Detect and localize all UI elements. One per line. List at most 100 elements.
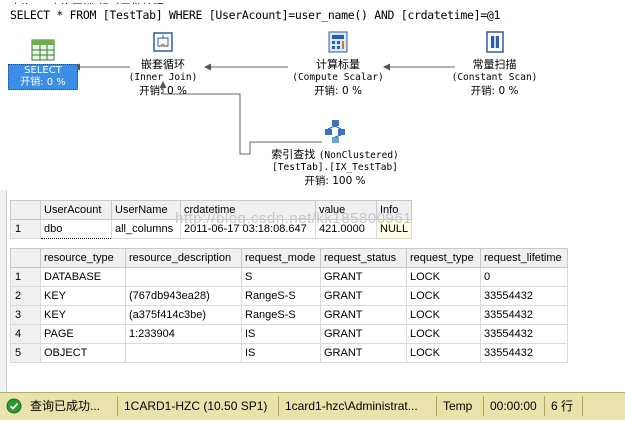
status-divider — [483, 396, 484, 416]
row-number[interactable]: 2 — [10, 286, 41, 306]
grid-cell[interactable]: 0 — [480, 267, 568, 287]
constant-scan-title: 常量扫描 — [472, 58, 517, 71]
status-message: 查询已成功... — [30, 399, 101, 413]
compute-scalar-title: 计算标量 — [316, 58, 360, 71]
status-database: Temp — [443, 399, 473, 413]
grid-cell[interactable]: 33554432 — [480, 343, 568, 363]
column-header[interactable]: resource_type — [40, 248, 126, 268]
plan-node-constant-scan[interactable]: 常量扫描 (Constant Scan) 开销: 0 % — [447, 30, 542, 98]
grid-cell[interactable]: LOCK — [406, 305, 481, 325]
column-header[interactable]: UserAcount — [40, 200, 112, 220]
grid-corner[interactable] — [10, 248, 41, 268]
grid-cell[interactable]: IS — [241, 343, 321, 363]
grid-cell[interactable]: IS — [241, 324, 321, 344]
status-divider — [117, 396, 118, 416]
grid-cell[interactable]: 1:233904 — [125, 324, 242, 344]
results-pane: UserAcount UserName crdatetime value Inf… — [10, 194, 615, 390]
column-header[interactable]: request_mode — [241, 248, 321, 268]
select-label-text: SELECT — [24, 65, 62, 76]
grid-cell[interactable]: GRANT — [320, 267, 407, 287]
row-number[interactable]: 5 — [10, 343, 41, 363]
grid-cell[interactable]: DATABASE — [40, 267, 126, 287]
grid-cell[interactable]: PAGE — [40, 324, 126, 344]
result-grid-2: resource_type resource_description reque… — [10, 248, 568, 363]
row-number[interactable]: 1 — [10, 267, 41, 287]
index-seek-title: 索引查找 — [271, 148, 316, 161]
column-header[interactable]: UserName — [111, 200, 181, 220]
grid-cell[interactable]: (a375f414c3be) — [125, 305, 242, 325]
grid-cell[interactable]: (767db943ea28) — [125, 286, 242, 306]
status-elapsed: 00:00:00 — [490, 399, 537, 413]
grid-cell[interactable]: dbo — [40, 219, 112, 239]
compute-scalar-cost: 开销: 0 % — [314, 85, 362, 97]
constant-scan-icon — [485, 31, 504, 53]
row-number[interactable]: 4 — [10, 324, 41, 344]
table-row[interactable]: 1 DATABASE S GRANT LOCK 0 — [10, 267, 568, 287]
index-seek-icon — [325, 120, 345, 143]
grid-cell[interactable]: S — [241, 267, 321, 287]
calculator-icon — [328, 31, 348, 53]
table-row[interactable]: 2 KEY (767db943ea28) RangeS-S GRANT LOCK… — [10, 286, 568, 306]
grid-cell[interactable]: KEY — [40, 286, 126, 306]
nested-loops-title: 嵌套循环 — [141, 58, 185, 71]
status-divider — [436, 396, 437, 416]
index-seek-cost: 开销: 100 % — [304, 175, 366, 187]
index-seek-object: [TestTab].[IX_TestTab] — [272, 162, 398, 173]
table-row[interactable]: 4 PAGE 1:233904 IS GRANT LOCK 33554432 — [10, 324, 568, 344]
column-header[interactable]: request_status — [320, 248, 407, 268]
nested-loops-icon — [153, 32, 173, 52]
select-cost: 开销: 0 % — [20, 77, 66, 88]
grid-cell[interactable]: LOCK — [406, 286, 481, 306]
grid-cell[interactable]: RangeS-S — [241, 286, 321, 306]
grid-cell[interactable]: GRANT — [320, 305, 407, 325]
check-circle-icon — [6, 398, 22, 414]
plan-node-index-seek[interactable]: 索引查找 (NonClustered) [TestTab].[IX_TestTa… — [255, 118, 415, 188]
nested-loops-sub: (Inner Join) — [128, 72, 198, 83]
row-number[interactable]: 3 — [10, 305, 41, 325]
compute-scalar-sub: (Compute Scalar) — [292, 72, 384, 83]
status-login: 1card1-hzc\Administrat... — [285, 399, 418, 413]
row-number[interactable]: 1 — [10, 219, 41, 239]
plan-node-select[interactable]: SELECT 开销: 0 % — [8, 38, 78, 90]
status-divider — [544, 396, 545, 416]
plan-node-nested-loops[interactable]: 嵌套循环 (Inner Join) 开销: 0 % — [118, 30, 208, 98]
status-divider — [278, 396, 279, 416]
index-seek-title-line: 索引查找 (NonClustered) — [255, 146, 415, 162]
grid-cell[interactable]: OBJECT — [40, 343, 126, 363]
grid-corner[interactable] — [10, 200, 41, 220]
watermark-text: http://blog.csdn.net/kk185800961 — [175, 210, 413, 227]
column-header[interactable]: resource_description — [125, 248, 242, 268]
grid-cell[interactable]: LOCK — [406, 343, 481, 363]
grid-cell[interactable]: GRANT — [320, 343, 407, 363]
grid-cell[interactable]: GRANT — [320, 324, 407, 344]
status-server: 1CARD1-HZC (10.50 SP1) — [124, 399, 268, 413]
table-result-icon — [31, 39, 55, 61]
grid-cell[interactable]: LOCK — [406, 324, 481, 344]
grid-cell[interactable]: all_columns — [111, 219, 181, 239]
status-divider — [582, 396, 583, 416]
table-row[interactable]: 3 KEY (a375f414c3be) RangeS-S GRANT LOCK… — [10, 305, 568, 325]
grid-cell[interactable]: 33554432 — [480, 305, 568, 325]
plan-node-compute-scalar[interactable]: 计算标量 (Compute Scalar) 开销: 0 % — [283, 30, 393, 98]
grid-cell[interactable] — [125, 267, 242, 287]
grid-cell[interactable]: 33554432 — [480, 286, 568, 306]
column-header[interactable]: request_lifetime — [480, 248, 568, 268]
nested-loops-cost: 开销: 0 % — [139, 85, 187, 97]
grid-cell[interactable] — [125, 343, 242, 363]
status-rows: 6 行 — [551, 399, 574, 413]
status-ok-icon — [6, 393, 22, 420]
table-row[interactable]: 5 OBJECT IS GRANT LOCK 33554432 — [10, 343, 568, 363]
column-header[interactable]: request_type — [406, 248, 481, 268]
grid-cell[interactable]: LOCK — [406, 267, 481, 287]
results-gutter — [0, 190, 7, 392]
constant-scan-sub: (Constant Scan) — [451, 72, 538, 83]
constant-scan-cost: 开销: 0 % — [470, 85, 519, 97]
grid-cell[interactable]: KEY — [40, 305, 126, 325]
grid-cell[interactable]: RangeS-S — [241, 305, 321, 325]
index-seek-title-sub: (NonClustered) — [318, 150, 399, 161]
grid-cell[interactable]: GRANT — [320, 286, 407, 306]
grid-cell[interactable]: 33554432 — [480, 324, 568, 344]
grid-header-row: resource_type resource_description reque… — [10, 248, 568, 268]
select-node-label: SELECT 开销: 0 % — [8, 64, 78, 90]
execution-plan-pane: 查询 1: 查询开销(相对于批处理): 100% SELECT * FROM [… — [0, 0, 625, 192]
